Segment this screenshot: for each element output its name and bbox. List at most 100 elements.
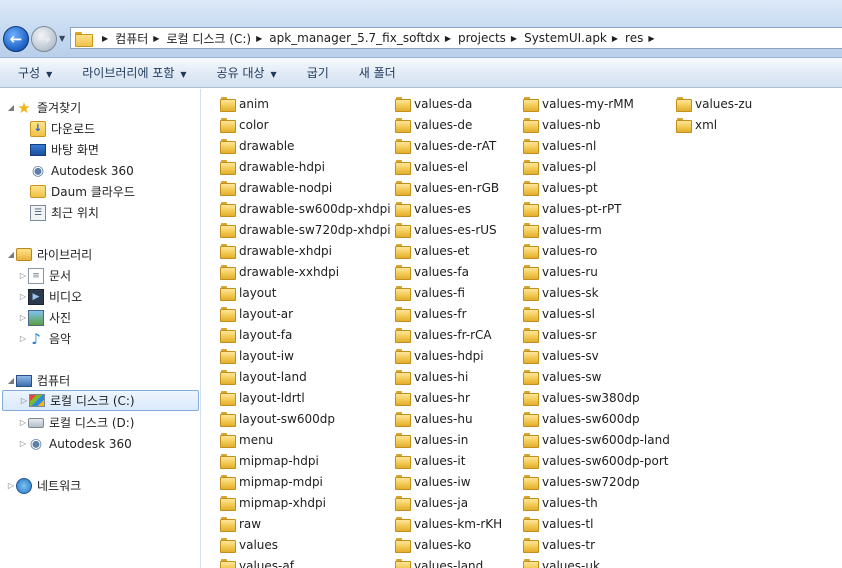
folder-item[interactable]: values-ko <box>395 534 471 555</box>
share-with-menu[interactable]: 공유 대상 ▼ <box>217 64 277 81</box>
breadcrumb-drive-c[interactable]: 로컬 디스크 (C:) <box>166 30 251 47</box>
folder-item[interactable]: values-hi <box>395 366 468 387</box>
folder-item[interactable]: values-land <box>395 555 483 568</box>
folder-item[interactable]: layout-fa <box>220 324 292 345</box>
folder-item[interactable]: layout-iw <box>220 345 294 366</box>
breadcrumb-separator-icon[interactable]: ▶ <box>511 34 517 43</box>
folder-item[interactable]: values-hu <box>395 408 473 429</box>
folder-item[interactable]: values-fr <box>395 303 467 324</box>
new-folder-button[interactable]: 새 폴더 <box>359 64 396 81</box>
folder-item[interactable]: values-my-rMM <box>523 93 634 114</box>
folder-item[interactable]: values-sw600dp <box>523 408 640 429</box>
address-bar[interactable]: ▶ 컴퓨터 ▶ 로컬 디스크 (C:) ▶ apk_manager_5.7_fi… <box>70 27 842 49</box>
folder-item[interactable]: values-tr <box>523 534 595 555</box>
folder-item[interactable]: values-sw720dp <box>523 471 640 492</box>
nav-downloads[interactable]: ↓ 다운로드 <box>0 118 200 139</box>
folder-item[interactable]: values-hr <box>395 387 470 408</box>
folder-item[interactable]: values-sr <box>523 324 597 345</box>
folder-item[interactable]: values-uk <box>523 555 600 568</box>
folder-item[interactable]: values-sw600dp-port <box>523 450 669 471</box>
breadcrumb-systemui-apk[interactable]: SystemUI.apk <box>524 31 607 45</box>
folder-item[interactable]: values-en-rGB <box>395 177 499 198</box>
nav-network[interactable]: ▷ 네트워크 <box>0 475 200 496</box>
folder-item[interactable]: drawable-sw600dp-xhdpi <box>220 198 391 219</box>
folder-item[interactable]: values-sw <box>523 366 601 387</box>
folder-item[interactable]: xml <box>676 114 717 135</box>
collapsed-triangle-icon[interactable]: ▷ <box>19 396 29 405</box>
breadcrumb-apk-manager[interactable]: apk_manager_5.7_fix_softdx <box>269 31 440 45</box>
nav-desktop[interactable]: 바탕 화면 <box>0 139 200 160</box>
collapsed-triangle-icon[interactable]: ▷ <box>18 334 28 343</box>
folder-item[interactable]: values-de <box>395 114 472 135</box>
expanded-triangle-icon[interactable]: ◢ <box>6 103 16 112</box>
nav-libraries[interactable]: ◢ 라이브러리 <box>0 244 200 265</box>
folder-item[interactable]: values-ru <box>523 261 598 282</box>
folder-item[interactable]: raw <box>220 513 261 534</box>
folder-item[interactable]: values-ja <box>395 492 468 513</box>
folder-item[interactable]: values-da <box>395 93 472 114</box>
folder-item[interactable]: values-pl <box>523 156 596 177</box>
nav-music[interactable]: ▷ ♪ 음악 <box>0 328 200 349</box>
nav-drive-c[interactable]: ▷ 로컬 디스크 (C:) <box>2 390 199 411</box>
include-in-library-menu[interactable]: 라이브러리에 포함 ▼ <box>82 64 186 81</box>
nav-favorites[interactable]: ◢ ★ 즐겨찾기 <box>0 97 200 118</box>
folder-item[interactable]: values-km-rKH <box>395 513 502 534</box>
expanded-triangle-icon[interactable]: ◢ <box>6 376 16 385</box>
nav-recent-places[interactable]: ☰ 최근 위치 <box>0 202 200 223</box>
back-button[interactable]: ← <box>3 26 29 52</box>
folder-item[interactable]: values-sw380dp <box>523 387 640 408</box>
folder-item[interactable]: values-hdpi <box>395 345 484 366</box>
folder-item[interactable]: values-tl <box>523 513 593 534</box>
folder-item[interactable]: values-nb <box>523 114 601 135</box>
breadcrumb-projects[interactable]: projects <box>458 31 506 45</box>
breadcrumb-res[interactable]: res <box>625 31 643 45</box>
folder-item[interactable]: drawable-hdpi <box>220 156 325 177</box>
folder-item[interactable]: values-fi <box>395 282 465 303</box>
nav-computer[interactable]: ◢ 컴퓨터 <box>0 370 200 391</box>
folder-item[interactable]: drawable-xhdpi <box>220 240 332 261</box>
folder-item[interactable]: mipmap-mdpi <box>220 471 323 492</box>
folder-item[interactable]: values-iw <box>395 471 471 492</box>
folder-item[interactable]: values-pt-rPT <box>523 198 622 219</box>
breadcrumb-separator-icon[interactable]: ▶ <box>256 34 262 43</box>
folder-item[interactable]: layout-land <box>220 366 307 387</box>
folder-item[interactable]: drawable-sw720dp-xhdpi <box>220 219 391 240</box>
folder-item[interactable]: values-in <box>395 429 468 450</box>
folder-item[interactable]: values-sv <box>523 345 599 366</box>
folder-item[interactable]: values-es-rUS <box>395 219 497 240</box>
folder-item[interactable]: values-fr-rCA <box>395 324 492 345</box>
breadcrumb-separator-icon[interactable]: ▶ <box>445 34 451 43</box>
folder-item[interactable]: values <box>220 534 278 555</box>
collapsed-triangle-icon[interactable]: ▷ <box>18 313 28 322</box>
organize-menu[interactable]: 구성 ▼ <box>18 64 52 81</box>
folder-item[interactable]: layout-ar <box>220 303 293 324</box>
folder-item[interactable]: values-ro <box>523 240 597 261</box>
folder-item[interactable]: values-el <box>395 156 468 177</box>
burn-button[interactable]: 굽기 <box>307 64 329 81</box>
folder-item[interactable]: values-de-rAT <box>395 135 496 156</box>
recent-pages-dropdown[interactable]: ▼ <box>59 34 69 44</box>
folder-item[interactable]: values-es <box>395 198 471 219</box>
folder-item[interactable]: values-sl <box>523 303 595 324</box>
folder-item[interactable]: values-sw600dp-land <box>523 429 670 450</box>
nav-autodesk-360-computer[interactable]: ▷ ◉ Autodesk 360 <box>0 433 200 454</box>
folder-item[interactable]: values-rm <box>523 219 602 240</box>
navigation-pane[interactable]: ◢ ★ 즐겨찾기 ↓ 다운로드 바탕 화면 ◉ Autodesk 360 Dau… <box>0 89 201 568</box>
nav-drive-d[interactable]: ▷ 로컬 디스크 (D:) <box>0 412 200 433</box>
collapsed-triangle-icon[interactable]: ▷ <box>18 439 28 448</box>
breadcrumb-separator-icon[interactable]: ▶ <box>648 34 654 43</box>
folder-item[interactable]: drawable-xxhdpi <box>220 261 339 282</box>
nav-autodesk-360-favorite[interactable]: ◉ Autodesk 360 <box>0 160 200 181</box>
folder-item[interactable]: values-zu <box>676 93 752 114</box>
folder-item[interactable]: layout <box>220 282 276 303</box>
folder-item[interactable]: values-pt <box>523 177 598 198</box>
collapsed-triangle-icon[interactable]: ▷ <box>18 292 28 301</box>
folder-item[interactable]: values-af <box>220 555 294 568</box>
folder-item[interactable]: layout-ldrtl <box>220 387 305 408</box>
nav-documents[interactable]: ▷ ≡ 문서 <box>0 265 200 286</box>
folder-item[interactable]: anim <box>220 93 269 114</box>
breadcrumb-separator-icon[interactable]: ▶ <box>153 34 159 43</box>
folder-item[interactable]: layout-sw600dp <box>220 408 335 429</box>
collapsed-triangle-icon[interactable]: ▷ <box>18 271 28 280</box>
breadcrumb-separator-icon[interactable]: ▶ <box>102 34 108 43</box>
